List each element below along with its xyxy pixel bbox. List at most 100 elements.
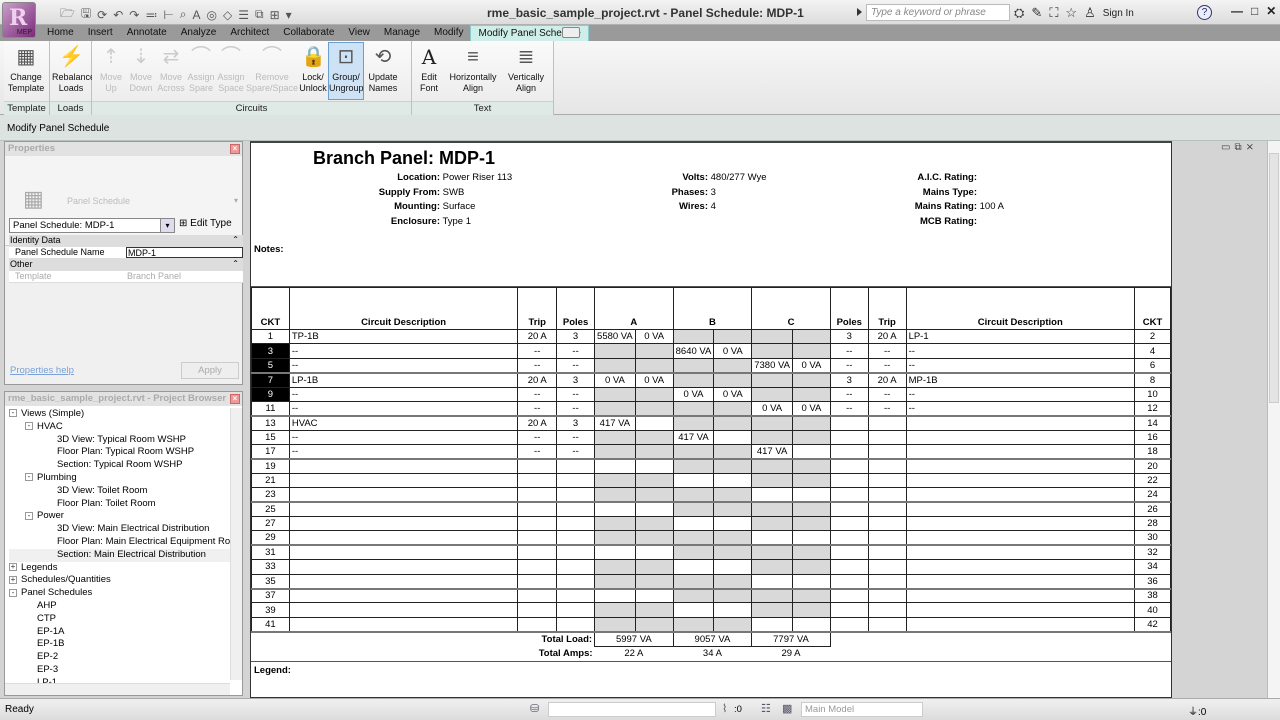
phase-load-cell[interactable] bbox=[713, 573, 753, 590]
trip-cell[interactable]: -- bbox=[517, 386, 558, 402]
tab-insert[interactable]: Insert bbox=[81, 25, 120, 41]
phase-load-cell[interactable] bbox=[634, 444, 674, 461]
circuit-number[interactable]: 20 bbox=[1134, 458, 1171, 474]
circuit-number[interactable]: 37 bbox=[251, 588, 290, 604]
phase-load-cell[interactable] bbox=[594, 616, 636, 633]
trip-cell[interactable] bbox=[867, 516, 907, 532]
phase-load-cell[interactable] bbox=[751, 573, 793, 590]
circuit-description[interactable] bbox=[905, 429, 1136, 446]
filter-icon[interactable]: ⏚:0 bbox=[1188, 703, 1206, 718]
trip-cell[interactable] bbox=[867, 501, 907, 518]
circuit-description[interactable]: -- bbox=[905, 343, 1136, 359]
phase-load-cell[interactable] bbox=[791, 501, 831, 518]
phase-load-cell[interactable] bbox=[634, 429, 674, 446]
collapse-icon[interactable]: - bbox=[25, 511, 33, 520]
communication-icon[interactable]: ⛶ bbox=[1049, 5, 1058, 21]
circuit-description[interactable]: -- bbox=[288, 343, 519, 359]
trip-cell[interactable] bbox=[517, 530, 558, 547]
phase-load-cell[interactable] bbox=[791, 516, 831, 532]
poles-cell[interactable]: 3 bbox=[556, 415, 596, 431]
circuit-description[interactable]: -- bbox=[288, 386, 519, 402]
tab-annotate[interactable]: Annotate bbox=[120, 25, 174, 41]
circuit-number[interactable]: 26 bbox=[1134, 501, 1171, 518]
phase-load-cell[interactable]: 0 VA bbox=[751, 400, 793, 417]
circuit-number[interactable]: 42 bbox=[1134, 616, 1171, 633]
circuit-number[interactable]: 15 bbox=[251, 429, 290, 446]
circuit-description[interactable]: -- bbox=[288, 400, 519, 417]
phase-load-cell[interactable] bbox=[713, 429, 753, 446]
phase-load-cell[interactable] bbox=[791, 343, 831, 359]
trip-cell[interactable] bbox=[517, 544, 558, 561]
phase-load-cell[interactable] bbox=[634, 400, 674, 417]
phase-load-cell[interactable] bbox=[594, 429, 636, 446]
close-icon[interactable]: ⨯ bbox=[1246, 142, 1254, 153]
phase-load-cell[interactable] bbox=[751, 372, 793, 388]
trip-cell[interactable]: -- bbox=[867, 386, 907, 402]
poles-cell[interactable]: -- bbox=[556, 386, 596, 402]
phase-load-cell[interactable] bbox=[634, 544, 674, 561]
circuit-description[interactable] bbox=[905, 616, 1136, 633]
phase-load-cell[interactable] bbox=[751, 516, 793, 532]
phase-load-cell[interactable] bbox=[791, 458, 831, 474]
close-icon[interactable]: × bbox=[230, 394, 240, 404]
circuit-description[interactable] bbox=[905, 530, 1136, 547]
circuit-description[interactable] bbox=[905, 458, 1136, 474]
tab-view[interactable]: View bbox=[341, 25, 377, 41]
poles-cell[interactable]: -- bbox=[829, 386, 869, 402]
circuit-description[interactable] bbox=[905, 444, 1136, 461]
phase-load-cell[interactable] bbox=[751, 602, 793, 618]
circuit-number[interactable]: 27 bbox=[251, 516, 290, 532]
circuit-description[interactable] bbox=[905, 573, 1136, 590]
circuit-description[interactable] bbox=[905, 602, 1136, 618]
circuit-number[interactable]: 7 bbox=[251, 372, 290, 388]
measure-icon[interactable]: ≕ bbox=[145, 8, 157, 22]
edit-font-button[interactable]: A Edit Font bbox=[414, 43, 444, 99]
circuit-description[interactable] bbox=[288, 602, 519, 618]
circuit-number[interactable]: 40 bbox=[1134, 602, 1171, 618]
circuit-description[interactable] bbox=[905, 472, 1136, 489]
trip-cell[interactable] bbox=[867, 530, 907, 547]
phase-load-cell[interactable] bbox=[634, 357, 674, 374]
tree-node[interactable]: EP-1A bbox=[9, 626, 235, 639]
tree-node[interactable]: 3D View: Toilet Room bbox=[9, 485, 235, 498]
tree-node[interactable]: EP-2 bbox=[9, 651, 235, 664]
trip-cell[interactable] bbox=[517, 472, 558, 489]
close-icon[interactable]: ✕ bbox=[1266, 4, 1276, 18]
ribbon-minimize-toggle[interactable] bbox=[562, 27, 580, 38]
trip-cell[interactable]: 20 A bbox=[517, 372, 558, 388]
phase-load-cell[interactable] bbox=[634, 516, 674, 532]
update-names-button[interactable]: ⟲ Update Names bbox=[366, 43, 400, 99]
phase-load-cell[interactable] bbox=[791, 328, 831, 345]
phase-load-cell[interactable] bbox=[594, 357, 636, 374]
trip-cell[interactable] bbox=[517, 573, 558, 590]
phase-load-cell[interactable] bbox=[713, 544, 753, 561]
phase-load-cell[interactable] bbox=[713, 501, 753, 518]
collapse-icon[interactable]: - bbox=[9, 409, 17, 418]
phase-load-cell[interactable] bbox=[634, 616, 674, 633]
phase-load-cell[interactable] bbox=[713, 516, 753, 532]
poles-cell[interactable]: 3 bbox=[556, 372, 596, 388]
phase-load-cell[interactable] bbox=[672, 588, 715, 604]
phase-load-cell[interactable] bbox=[594, 530, 636, 547]
circuit-description[interactable]: MP-1B bbox=[905, 372, 1136, 388]
tab-architect[interactable]: Architect bbox=[223, 25, 276, 41]
user-icon[interactable]: ♙ bbox=[1084, 5, 1096, 21]
circuit-number[interactable]: 33 bbox=[251, 559, 290, 575]
phase-load-cell[interactable] bbox=[751, 487, 793, 504]
phase-load-cell[interactable] bbox=[634, 472, 674, 489]
instance-selector[interactable]: Panel Schedule: MDP-1 ▾ bbox=[9, 218, 175, 233]
phase-load-cell[interactable] bbox=[634, 530, 674, 547]
phase-load-cell[interactable] bbox=[634, 487, 674, 504]
phase-load-cell[interactable] bbox=[791, 429, 831, 446]
phase-load-cell[interactable]: 0 VA bbox=[713, 343, 753, 359]
trip-cell[interactable] bbox=[517, 559, 558, 575]
poles-cell[interactable]: -- bbox=[829, 343, 869, 359]
tree-node[interactable]: - Panel Schedules bbox=[9, 587, 235, 600]
circuit-description[interactable] bbox=[288, 573, 519, 590]
circuit-description[interactable] bbox=[288, 588, 519, 604]
phase-load-cell[interactable] bbox=[713, 588, 753, 604]
trip-cell[interactable]: -- bbox=[867, 400, 907, 417]
move-down-button[interactable]: ⇣ Move Down bbox=[126, 43, 156, 99]
poles-cell[interactable] bbox=[829, 429, 869, 446]
phase-load-cell[interactable] bbox=[751, 530, 793, 547]
